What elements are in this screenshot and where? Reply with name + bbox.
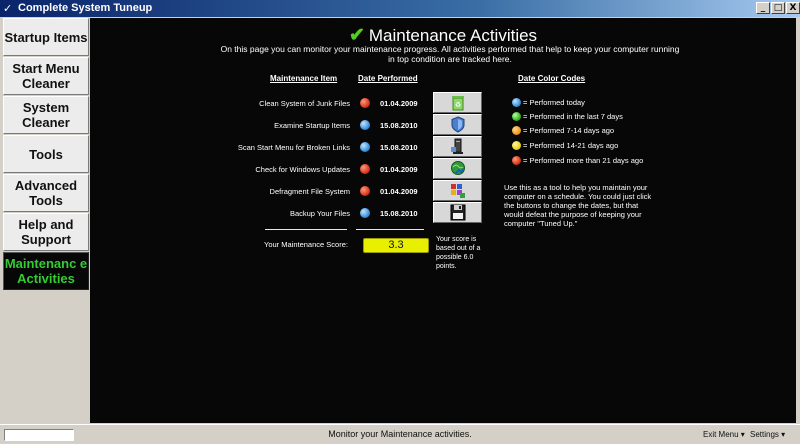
sidebar-item-help-and-support[interactable]: Help and Support xyxy=(3,213,89,251)
page-title-text: Maintenance Activities xyxy=(368,26,538,45)
status-dot-icon xyxy=(512,112,521,121)
status-dot-icon xyxy=(360,120,370,130)
sidebar-item-start-menu-cleaner[interactable]: Start Menu Cleaner xyxy=(3,57,89,95)
maximize-button[interactable]: □ xyxy=(771,2,785,14)
column-header-item: Maintenance Item xyxy=(270,74,338,83)
task-label: Scan Start Menu for Broken Links xyxy=(237,143,350,152)
task-date: 15.08.2010 xyxy=(380,209,418,218)
backup-files-button[interactable] xyxy=(433,202,482,223)
sidebar-item-maintenance-activities[interactable]: Maintenanc e Activities xyxy=(3,252,89,290)
floppy-disk-icon xyxy=(450,204,466,221)
score-label: Your Maintenance Score: xyxy=(264,240,348,249)
clean-junk-files-button[interactable]: ♻ xyxy=(433,92,482,113)
window-title: Complete System Tuneup xyxy=(18,2,153,14)
exit-menu-button[interactable]: Exit Menu ▾ xyxy=(703,430,745,439)
status-dot-icon xyxy=(512,98,521,107)
status-dot-icon xyxy=(512,126,521,135)
legend-text: = Performed 14-21 days ago xyxy=(523,141,619,150)
task-date: 15.08.2010 xyxy=(380,143,418,152)
task-date: 01.04.2009 xyxy=(380,187,418,196)
app-logo-icon: ✓ xyxy=(3,2,13,15)
maintenance-score: 3.3 xyxy=(363,238,429,253)
sidebar-item-label: System Cleaner xyxy=(22,100,70,130)
score-note: Your score is based out of a possible 6.… xyxy=(436,236,481,270)
status-dot-icon xyxy=(512,156,521,165)
examine-startup-button[interactable] xyxy=(433,114,482,135)
sidebar-item-label: Start Menu Cleaner xyxy=(12,61,80,91)
sidebar-item-label: Tools xyxy=(29,146,63,162)
task-label: Defragment File System xyxy=(269,187,350,196)
sidebar-item-startup-items[interactable]: Startup Items xyxy=(3,18,89,56)
settings-menu-button[interactable]: Settings ▾ xyxy=(750,430,785,439)
defragment-icon xyxy=(451,184,465,198)
computer-icon xyxy=(451,138,463,154)
task-date: 01.04.2009 xyxy=(380,165,418,174)
scan-start-menu-button[interactable] xyxy=(433,136,482,157)
status-dot-icon xyxy=(360,98,370,108)
status-bar: Monitor your Maintenance activities. Exi… xyxy=(0,424,800,444)
legend-text: = Performed today xyxy=(523,98,585,107)
sidebar-item-label: Help and Support xyxy=(18,217,74,247)
sidebar-item-tools[interactable]: Tools xyxy=(3,135,89,173)
task-label: Examine Startup Items xyxy=(274,121,350,130)
legend-text: = Performed more than 21 days ago xyxy=(523,156,644,165)
legend-text: = Performed 7-14 days ago xyxy=(523,126,615,135)
divider xyxy=(356,229,424,230)
main-panel: ✔ Maintenance Activities On this page you… xyxy=(90,18,796,423)
sidebar-item-system-cleaner[interactable]: System Cleaner xyxy=(3,96,89,134)
task-label: Backup Your Files xyxy=(289,209,350,218)
task-date: 15.08.2010 xyxy=(380,121,418,130)
checkmark-icon: ✔ xyxy=(348,25,365,46)
divider xyxy=(265,229,347,230)
status-dot-icon xyxy=(360,186,370,196)
status-dot-icon xyxy=(512,141,521,150)
sidebar-item-label: Startup Items xyxy=(4,29,88,45)
app-window: ✓ Complete System Tuneup _ □ X Startup I… xyxy=(0,0,800,444)
sidebar: Startup Items Start Menu Cleaner System … xyxy=(3,18,89,422)
windows-updates-button[interactable] xyxy=(433,158,482,179)
globe-update-icon xyxy=(451,161,465,175)
legend-text: = Performed in the last 7 days xyxy=(523,112,623,121)
defragment-button[interactable] xyxy=(433,180,482,201)
task-label: Clean System of Junk Files xyxy=(259,99,350,108)
svg-text:♻: ♻ xyxy=(455,102,461,109)
status-dot-icon xyxy=(360,208,370,218)
title-bar[interactable]: ✓ Complete System Tuneup _ □ X xyxy=(0,0,800,17)
status-dot-icon xyxy=(360,142,370,152)
status-text: Monitor your Maintenance activities. xyxy=(328,429,472,439)
shield-icon xyxy=(451,116,465,133)
recycle-bin-icon: ♻ xyxy=(452,96,464,111)
sidebar-item-label: Advanced Tools xyxy=(14,178,78,208)
minimize-button[interactable]: _ xyxy=(756,2,770,14)
sidebar-item-advanced-tools[interactable]: Advanced Tools xyxy=(3,174,89,212)
sidebar-item-label: Maintenanc e Activities xyxy=(4,256,88,286)
advice-text: Use this as a tool to help you maintain … xyxy=(504,183,652,228)
task-date: 01.04.2009 xyxy=(380,99,418,108)
column-header-date: Date Performed xyxy=(358,74,418,83)
intro-text: On this page you can monitor your mainte… xyxy=(220,44,680,64)
legend-title: Date Color Codes xyxy=(518,74,586,83)
status-dot-icon xyxy=(360,164,370,174)
close-button[interactable]: X xyxy=(786,2,800,14)
task-label: Check for Windows Updates xyxy=(255,165,350,174)
